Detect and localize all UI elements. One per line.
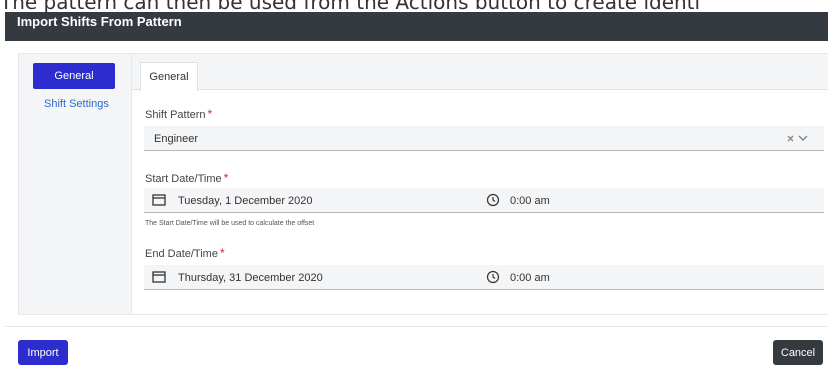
required-mark: * — [219, 246, 225, 260]
calendar-icon[interactable] — [152, 193, 166, 211]
required-mark: * — [207, 107, 213, 121]
tab-bar: General — [132, 54, 828, 91]
nav-item-shift-settings[interactable]: Shift Settings — [44, 98, 109, 110]
shift-pattern-select[interactable]: Engineer — [144, 126, 824, 151]
shift-pattern-value: Engineer — [154, 133, 199, 145]
shift-pattern-label: Shift Pattern * — [145, 107, 212, 121]
end-datetime-label: End Date/Time * — [145, 246, 225, 260]
import-button[interactable]: Import — [18, 340, 68, 365]
calendar-icon[interactable] — [152, 270, 166, 288]
clock-icon[interactable] — [486, 193, 500, 212]
start-datetime-label-text: Start Date/Time — [145, 173, 222, 185]
form-content: General Shift Pattern * Engineer Start Da… — [131, 54, 828, 314]
start-time-input[interactable]: 0:00 am — [510, 195, 550, 207]
tab-general[interactable]: General — [140, 62, 198, 91]
footer-divider — [5, 326, 828, 327]
dialog-title: Import Shifts From Pattern — [17, 14, 182, 29]
start-datetime-label: Start Date/Time * — [145, 171, 228, 185]
dialog-body: General Shift Settings General Shift Pat… — [5, 41, 828, 368]
end-datetime-field: Thursday, 31 December 2020 0:00 am — [144, 265, 824, 290]
start-datetime-help: The Start Date/Time will be used to calc… — [145, 220, 315, 227]
clock-icon[interactable] — [486, 270, 500, 289]
start-date-input[interactable]: Tuesday, 1 December 2020 — [178, 195, 313, 207]
nav-item-general[interactable]: General — [33, 63, 115, 89]
shift-pattern-label-text: Shift Pattern — [145, 109, 206, 121]
dialog-header: Import Shifts From Pattern — [5, 12, 828, 41]
cancel-button[interactable]: Cancel — [773, 340, 823, 365]
required-mark: * — [223, 171, 229, 185]
chevron-down-icon[interactable] — [797, 131, 809, 150]
end-datetime-label-text: End Date/Time — [145, 248, 218, 260]
dialog-panel: General Shift Settings General Shift Pat… — [18, 53, 828, 315]
end-time-input[interactable]: 0:00 am — [510, 272, 550, 284]
start-datetime-field: Tuesday, 1 December 2020 0:00 am — [144, 188, 824, 213]
clear-icon[interactable] — [785, 131, 797, 150]
end-date-input[interactable]: Thursday, 31 December 2020 — [178, 272, 323, 284]
